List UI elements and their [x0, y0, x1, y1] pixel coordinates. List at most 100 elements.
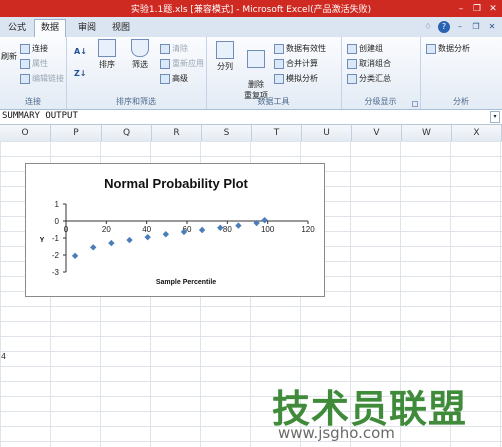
group-label: 创建组	[359, 44, 383, 53]
y-tick-label: -2	[52, 251, 60, 260]
chart-axes: 0 20 40 60 80 100 12010-1-2-3	[52, 200, 315, 277]
advanced-label: 高级	[172, 74, 188, 83]
doc-close-icon[interactable]: ✕	[486, 21, 498, 33]
column-header: O P Q R S T U V W X	[0, 125, 502, 142]
data-point	[261, 216, 268, 224]
tab-formulas[interactable]: 公式	[2, 20, 32, 36]
group-label-analysis: 分析	[453, 97, 469, 106]
text-to-columns-button[interactable]: 分列	[212, 41, 238, 72]
close-icon[interactable]: ✕	[486, 3, 500, 15]
remove-duplicates-icon	[247, 50, 265, 68]
row-number-fragment: 4	[1, 352, 7, 361]
clear-button[interactable]: 清除	[160, 43, 188, 54]
help-icon[interactable]: ?	[438, 21, 450, 33]
edit-links-icon	[20, 73, 30, 84]
subtotal-label: 分类汇总	[359, 74, 391, 83]
filter-button[interactable]: 筛选	[128, 39, 152, 70]
data-analysis-label: 数据分析	[438, 44, 470, 53]
group-data-tools: 分列 删除 重复项 数据有效性 合并计算 模拟分析 数据工具	[206, 37, 342, 109]
edit-links-button[interactable]: 编辑链接	[20, 73, 64, 84]
data-validation-icon	[274, 43, 284, 54]
remove-duplicates-button[interactable]: 删除 重复项	[242, 41, 270, 101]
connections-button[interactable]: 连接	[20, 43, 48, 54]
data-analysis-button[interactable]: 数据分析	[426, 43, 470, 54]
data-analysis-icon	[426, 43, 436, 54]
x-tick-label: 40	[142, 225, 151, 234]
subtotal-icon	[347, 73, 357, 84]
what-if-button[interactable]: 模拟分析	[274, 73, 318, 84]
group-label-sort-filter: 排序和筛选	[116, 97, 156, 106]
column-header-cell[interactable]: U	[302, 125, 352, 141]
data-point	[90, 244, 97, 251]
help-controls: ♢ ? – ❐ ✕	[422, 21, 498, 33]
sort-label: 排序	[99, 60, 115, 69]
watermark: 技术员联盟 www.jsgho.com	[272, 378, 500, 444]
connections-label: 连接	[32, 44, 48, 53]
ribbon: 刷新 连接 属性 编辑链接 连接 A↓ Z↓ 排序 筛选 清除 重新应用 高级 …	[0, 37, 502, 110]
advanced-button[interactable]: 高级	[160, 73, 188, 84]
group-button[interactable]: 创建组	[347, 43, 383, 54]
properties-button[interactable]: 属性	[20, 58, 48, 69]
column-header-cell[interactable]: S	[202, 125, 252, 141]
minimize-icon[interactable]: –	[454, 3, 468, 15]
ungroup-button[interactable]: 取消组合	[347, 58, 391, 69]
y-tick-label: 0	[55, 217, 60, 226]
column-header-cell[interactable]: Q	[102, 125, 152, 141]
data-validation-label: 数据有效性	[286, 44, 326, 53]
data-validation-button[interactable]: 数据有效性	[274, 43, 326, 54]
data-point	[235, 222, 242, 229]
group-label-connections: 连接	[25, 97, 41, 106]
tab-data[interactable]: 数据	[34, 19, 67, 38]
doc-restore-icon[interactable]: ❐	[470, 21, 482, 33]
column-header-cell[interactable]: R	[152, 125, 202, 141]
column-header-cell[interactable]: O	[0, 125, 51, 141]
column-header-cell[interactable]: X	[452, 125, 502, 141]
window-controls: – ❐ ✕	[454, 0, 500, 17]
group-label-data-tools: 数据工具	[257, 97, 290, 106]
data-point	[126, 236, 133, 244]
filter-funnel-icon	[131, 39, 149, 57]
expand-formula-bar-icon[interactable]: ▾	[490, 111, 500, 123]
data-point	[108, 239, 115, 247]
subtotal-button[interactable]: 分类汇总	[347, 73, 391, 84]
refresh-label: 刷新	[1, 52, 17, 61]
column-header-cell[interactable]: W	[402, 125, 452, 141]
ribbon-minimize-icon[interactable]: ♢	[422, 21, 434, 33]
ribbon-tabs: 公式 数据 审阅 视图 ♢ ? – ❐ ✕	[0, 17, 502, 38]
group-connections: 刷新 连接 属性 编辑链接 连接	[0, 37, 67, 109]
column-header-cell[interactable]: P	[51, 125, 102, 141]
outline-launcher-icon[interactable]	[412, 101, 418, 107]
data-point	[162, 231, 170, 238]
column-header-cell[interactable]: T	[252, 125, 302, 141]
group-icon	[347, 43, 357, 54]
column-header-cell[interactable]: V	[352, 125, 402, 141]
formula-bar-value[interactable]: SUMMARY OUTPUT	[2, 111, 78, 121]
x-tick-label: 20	[102, 225, 111, 234]
title-bar: 实验1.1题.xls [兼容模式] - Microsoft Excel(产品激活…	[0, 0, 502, 17]
formula-bar[interactable]: SUMMARY OUTPUT ▾	[0, 110, 502, 125]
reapply-button[interactable]: 重新应用	[160, 58, 204, 69]
split-columns-icon	[216, 41, 234, 59]
consolidate-button[interactable]: 合并计算	[274, 58, 318, 69]
sort-desc-button[interactable]: Z↓	[74, 69, 87, 78]
advanced-icon	[160, 73, 170, 84]
tab-review[interactable]: 审阅	[72, 20, 102, 36]
normal-probability-chart[interactable]: Normal Probability Plot Sample Percentil…	[25, 163, 325, 297]
x-tick-label: 120	[301, 225, 315, 234]
sort-button[interactable]: 排序	[96, 39, 118, 70]
y-axis-label: Y	[40, 237, 45, 244]
reapply-label: 重新应用	[172, 59, 204, 68]
tab-view[interactable]: 视图	[106, 20, 136, 36]
restore-icon[interactable]: ❐	[470, 3, 484, 15]
group-analysis: 数据分析 分析	[420, 37, 502, 109]
chart-title: Normal Probability Plot	[104, 176, 248, 191]
sort-asc-button[interactable]: A↓	[74, 47, 87, 56]
connections-icon	[20, 43, 30, 54]
refresh-button[interactable]: 刷新	[0, 51, 18, 62]
doc-minimize-icon[interactable]: –	[454, 21, 466, 33]
data-point	[71, 252, 79, 260]
x-tick-label: 100	[261, 225, 275, 234]
y-tick-label: 1	[55, 200, 60, 209]
x-tick-label: 80	[223, 225, 232, 234]
chart-points	[71, 216, 268, 260]
